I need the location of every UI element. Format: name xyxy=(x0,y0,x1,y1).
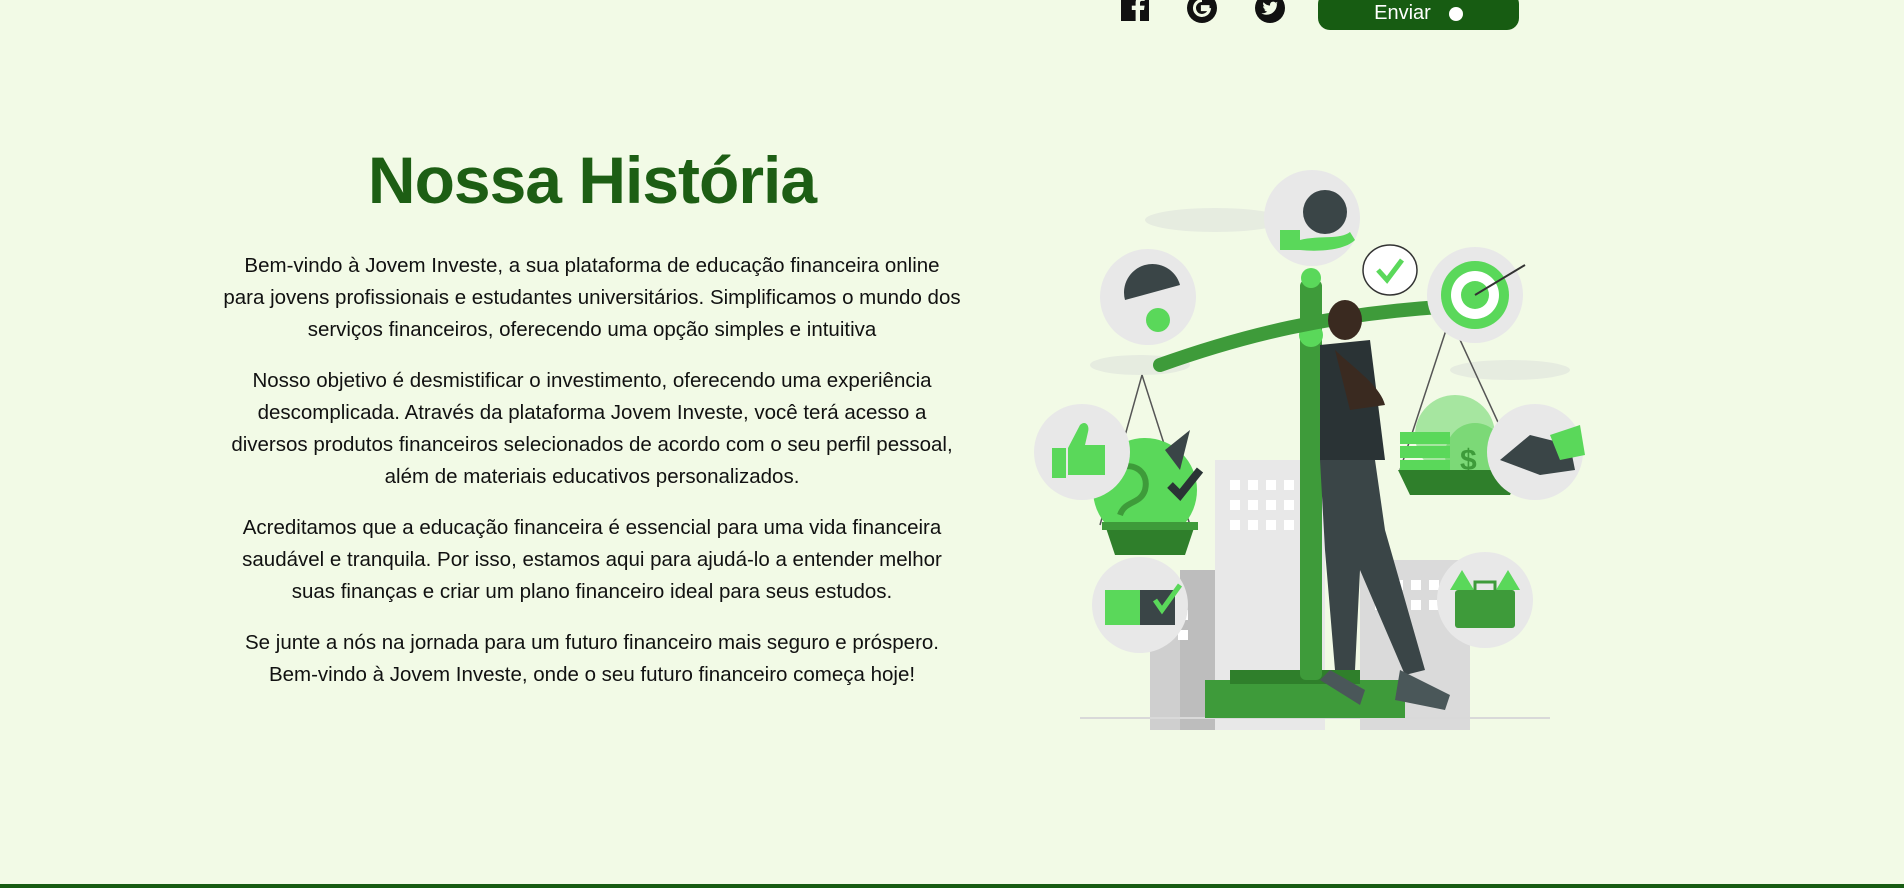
story-paragraph-2: Nosso objetivo é desmistificar o investi… xyxy=(231,369,953,488)
twitter-link[interactable] xyxy=(1254,0,1286,23)
top-nav-fragment: Enviar xyxy=(0,0,1904,40)
footer-divider xyxy=(0,884,1904,888)
google-link[interactable] xyxy=(1186,0,1218,23)
investment-balance-illustration: $ xyxy=(1030,170,1590,730)
facebook-link[interactable] xyxy=(1120,0,1150,21)
story-paragraph-1: Bem-vindo à Jovem Investe, a sua platafo… xyxy=(223,254,961,341)
our-story-section: Nossa História Bem-vindo à Jovem Investe… xyxy=(222,138,962,710)
illustration-svg: $ xyxy=(1034,170,1585,730)
google-icon xyxy=(1187,0,1217,23)
send-button-dot-icon xyxy=(1448,6,1463,21)
story-paragraph-4: Se junte a nós na jornada para um futuro… xyxy=(245,631,939,686)
send-button-label: Enviar xyxy=(1374,2,1431,24)
send-button[interactable]: Enviar xyxy=(1318,0,1519,30)
story-paragraph-3: Acreditamos que a educação financeira é … xyxy=(242,516,942,603)
twitter-icon xyxy=(1255,0,1285,23)
facebook-icon xyxy=(1121,0,1149,21)
page-title: Nossa História xyxy=(367,143,817,217)
